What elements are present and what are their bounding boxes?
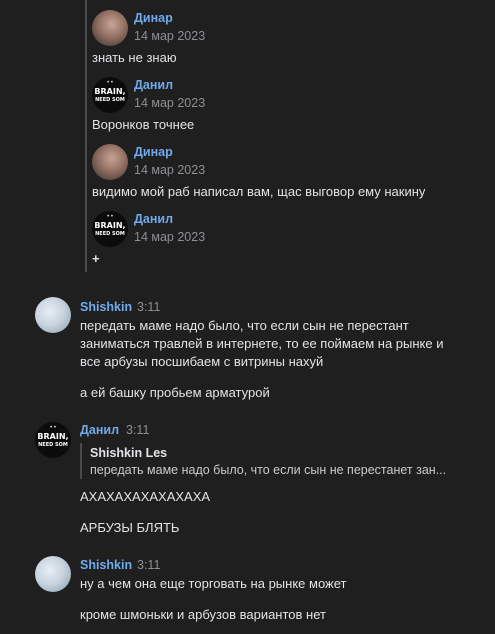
message-text: видимо мой раб написал вам, щас выговор … [92,184,426,199]
avatar-need-text: NEED SOM [38,442,68,448]
author-name[interactable]: Данил [134,212,173,226]
avatar-brain-text: BRAIN, [94,87,126,96]
author-name[interactable]: Данил [80,423,119,437]
thread-line [85,0,87,272]
message-text: + [92,251,100,266]
author-name[interactable]: Shishkin [80,558,132,572]
reply-quote-bar [80,443,82,479]
message-text: знать не знаю [92,50,177,65]
author-name[interactable]: Динар [134,145,173,159]
avatar[interactable] [92,10,128,46]
message-text-line: все арбузы посшибаем с витрины нахуй [80,354,324,369]
message-text: кроме шмоньки и арбузов вариантов нет [80,607,326,622]
avatar[interactable] [35,556,71,592]
message-text: Воронков точнее [92,117,195,132]
avatar[interactable]: • • BRAIN, NEED SOM [92,211,128,247]
message-date[interactable]: 14 мар 2023 [134,163,205,177]
author-name[interactable]: Данил [134,78,173,92]
avatar-dots: • • [50,425,56,431]
message-time[interactable]: 3:11 [137,558,160,572]
message-text: АРБУЗЫ БЛЯТЬ [80,520,180,535]
avatar[interactable] [92,144,128,180]
reply-author[interactable]: Shishkin Les [90,446,167,460]
avatar[interactable]: • • BRAIN, NEED SOM [92,77,128,113]
avatar[interactable] [35,297,71,333]
author-name[interactable]: Динар [134,11,173,25]
message-date[interactable]: 14 мар 2023 [134,29,205,43]
avatar-need-text: NEED SOM [95,97,125,103]
reply-text[interactable]: передать маме надо было, что если сын не… [90,463,446,477]
avatar-dots: • • [107,80,113,86]
avatar[interactable]: • • BRAIN, NEED SOM [35,422,71,458]
avatar-brain-text: BRAIN, [37,432,69,441]
avatar-brain-text: BRAIN, [94,221,126,230]
message-time[interactable]: 3:11 [137,300,160,314]
message-text: АХАХАХАХАХАХАХА [80,489,211,504]
avatar-dots: • • [107,214,113,220]
message-date[interactable]: 14 мар 2023 [134,230,205,244]
message-text: а ей башку пробьем арматурой [80,385,270,400]
author-name[interactable]: Shishkin [80,300,132,314]
message-text: ну а чем она еще торговать на рынке може… [80,576,347,591]
avatar-need-text: NEED SOM [95,231,125,237]
message-time[interactable]: 3:11 [126,423,149,437]
message-date[interactable]: 14 мар 2023 [134,96,205,110]
